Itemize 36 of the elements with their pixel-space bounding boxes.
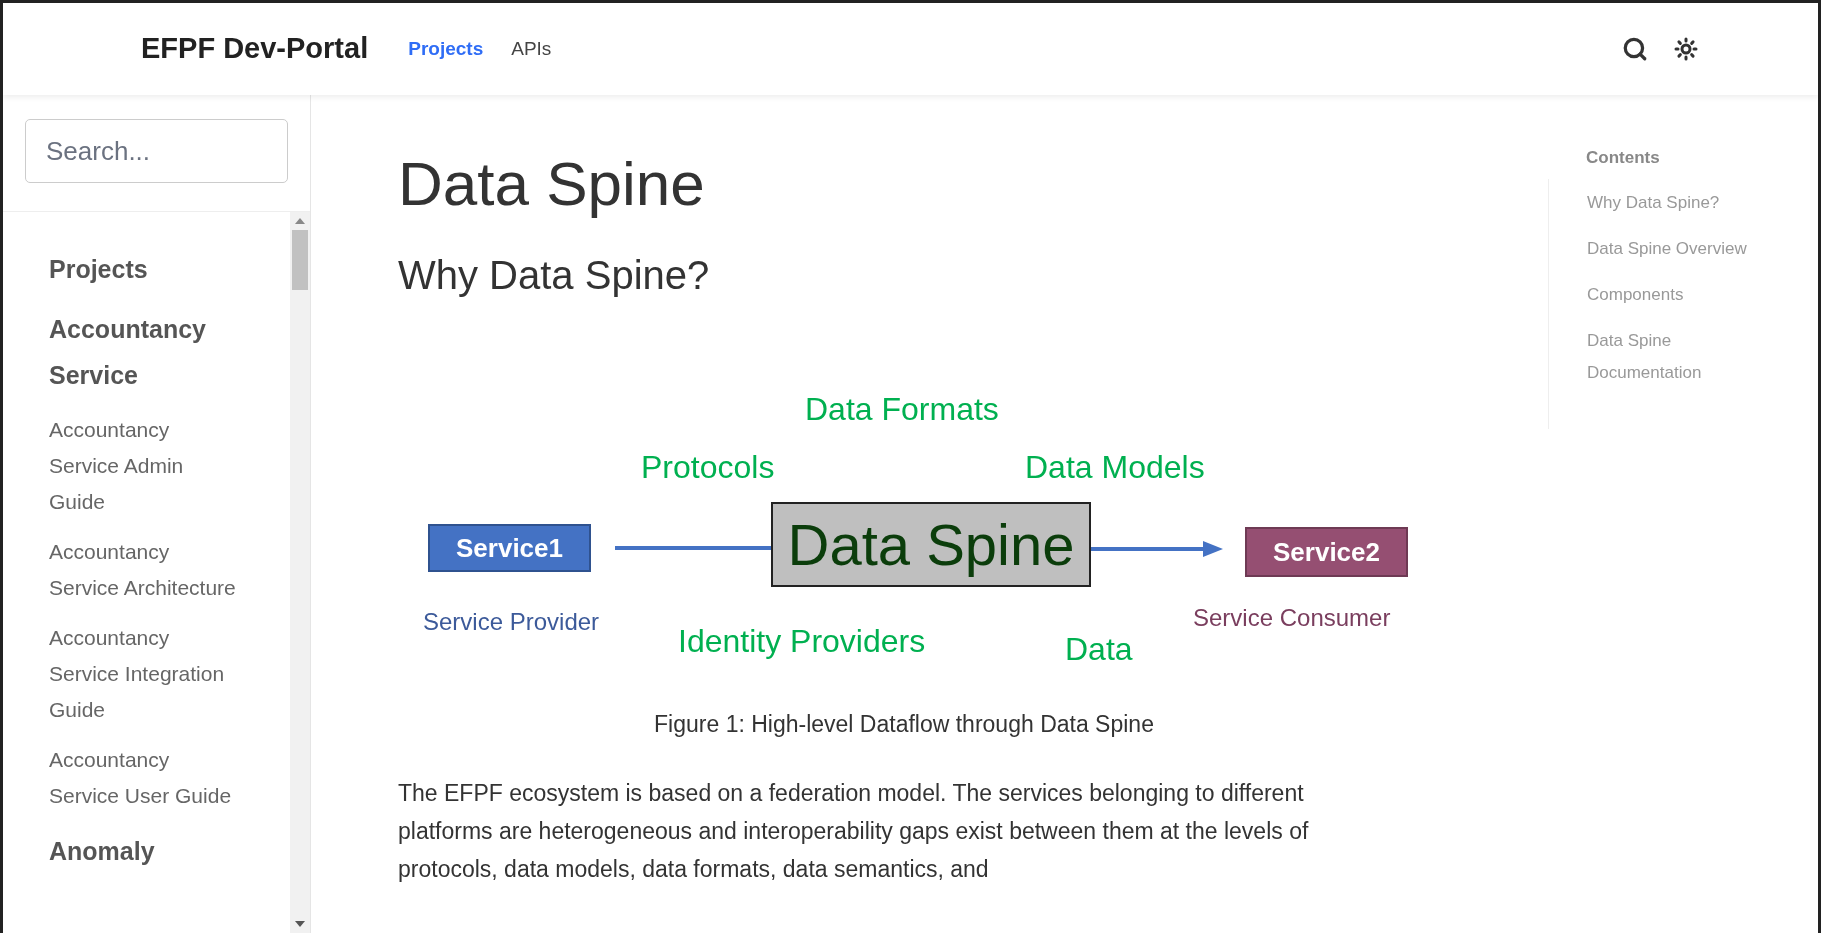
data-spine-box: Data Spine [771, 502, 1091, 588]
toc-link[interactable]: Data Spine Documentation [1587, 324, 1777, 389]
diagram-caption: Service Provider [423, 607, 600, 638]
scroll-up-icon[interactable] [295, 218, 305, 224]
sidebar-link[interactable]: Accountancy Service Integration Guide [49, 620, 239, 728]
scrollbar[interactable] [290, 212, 310, 933]
sidebar-heading[interactable]: Accountancy Service [49, 306, 280, 398]
site-logo[interactable]: EFPF Dev-Portal [141, 27, 369, 71]
scroll-down-icon[interactable] [295, 921, 305, 927]
diagram-label: Data Formats [805, 390, 999, 430]
sidebar-link[interactable]: Accountancy Service Admin Guide [49, 412, 239, 520]
sidebar-heading[interactable]: Projects [49, 246, 280, 292]
diagram-caption: Service Consumer [1193, 603, 1391, 634]
sidebar-link[interactable]: Accountancy Service Architecture [49, 534, 239, 606]
toc-link[interactable]: Why Data Spine? [1587, 186, 1777, 219]
nav-link[interactable]: APIs [511, 34, 552, 64]
page-title: Data Spine [398, 148, 706, 220]
section-heading: Why Data Spine? [398, 252, 711, 300]
toc-title: Contents [1586, 148, 1660, 167]
diagram-label: Data Models [1025, 448, 1205, 488]
sidebar-heading[interactable]: Anomaly [49, 828, 280, 874]
sidebar-link[interactable]: Accountancy Service User Guide [49, 742, 239, 814]
toc-link[interactable]: Components [1587, 278, 1777, 311]
sun-icon[interactable] [1674, 37, 1698, 61]
service-box: Service2 [1245, 527, 1408, 578]
scrollbar-thumb[interactable] [292, 230, 308, 290]
diagram-label: Protocols [641, 448, 775, 488]
body-paragraph: The EFPF ecosystem is based on a federation model. The services belonging to different platforms are heterogeneous and interoperability gaps exist between them at the levels of protocols, data models, data formats, data semantics, and [398, 778, 1310, 884]
toc-link[interactable]: Data Spine Overview [1587, 232, 1777, 265]
nav-link[interactable]: Projects [408, 34, 484, 64]
search-icon[interactable] [1622, 36, 1648, 62]
figure-caption: Figure 1: High-level Dataflow through Data Spine [653, 710, 1155, 740]
search-field[interactable]: Search... [25, 119, 288, 183]
diagram-label: Data [1065, 630, 1133, 670]
diagram-label: Identity Providers [678, 622, 926, 662]
service-box: Service1 [428, 524, 591, 573]
